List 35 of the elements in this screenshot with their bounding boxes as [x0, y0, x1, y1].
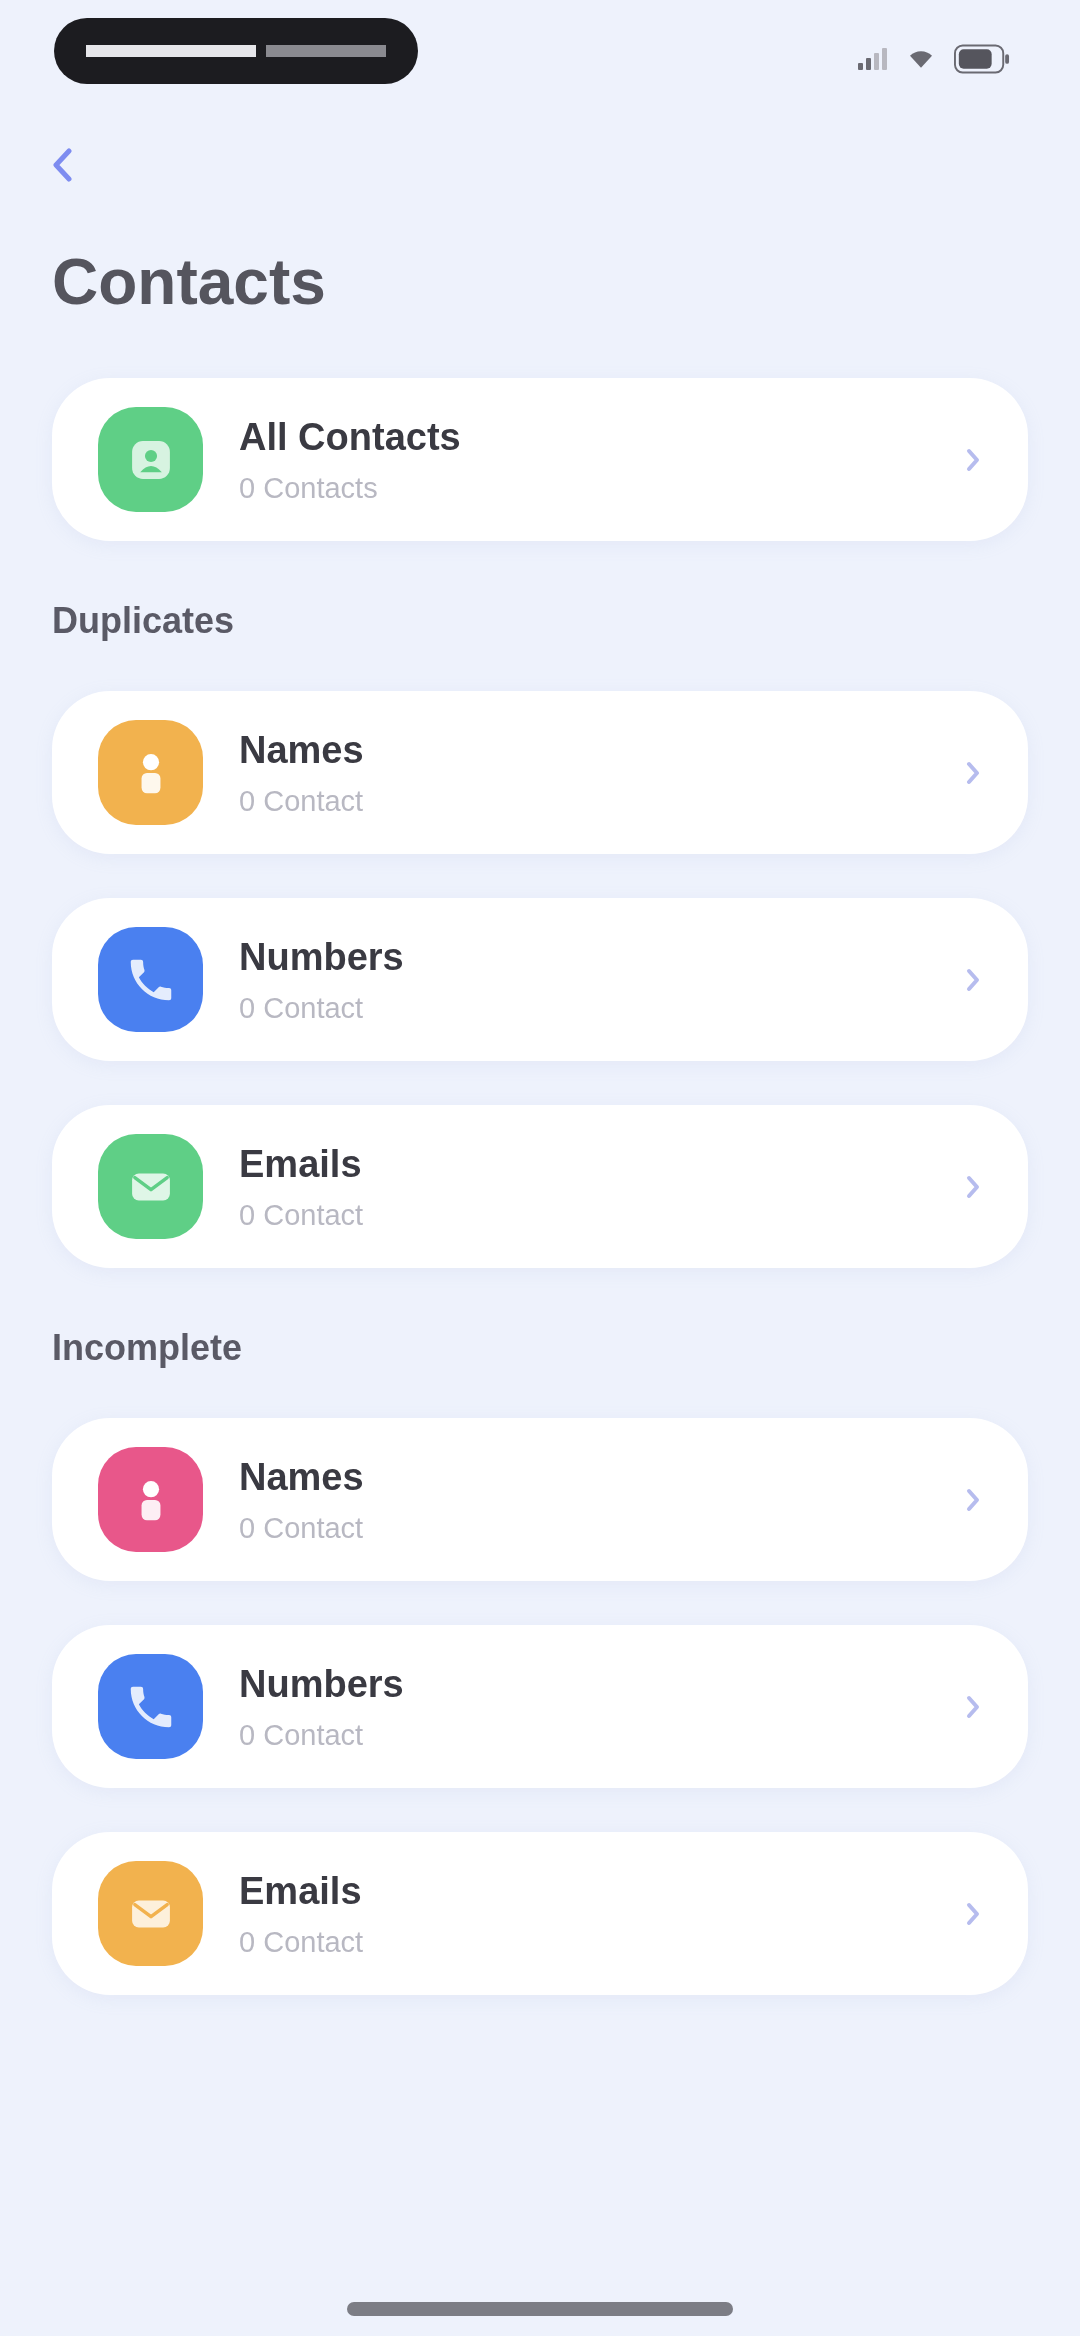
- chevron-right-icon: [966, 967, 980, 992]
- chevron-right-icon: [966, 1694, 980, 1719]
- category-title: All Contacts: [239, 414, 461, 460]
- back-icon[interactable]: [52, 148, 72, 182]
- chevron-right-icon: [966, 1901, 980, 1926]
- signal-icon: [858, 48, 888, 70]
- category-title: Numbers: [239, 1661, 404, 1707]
- page-title: Contacts: [52, 245, 326, 320]
- chevron-right-icon: [966, 1487, 980, 1512]
- category-title: Names: [239, 727, 364, 773]
- category-card[interactable]: Emails 0 Contact: [52, 1105, 1028, 1268]
- contact-count: 0 Contact: [239, 783, 364, 819]
- category-title: Numbers: [239, 934, 404, 980]
- category-card[interactable]: Emails 0 Contact: [52, 1832, 1028, 1995]
- contact-count: 0 Contact: [239, 1197, 364, 1233]
- chevron-right-icon: [966, 447, 980, 472]
- contact-count: 0 Contact: [239, 1717, 364, 1753]
- chevron-right-icon: [966, 760, 980, 785]
- wifi-icon: [910, 50, 932, 68]
- category-card[interactable]: Numbers 0 Contact: [52, 1625, 1028, 1788]
- section-heading: Incomplete: [52, 1326, 243, 1370]
- section-heading: Duplicates: [52, 599, 235, 643]
- contact-count: 0 Contact: [239, 1924, 364, 1960]
- category-card[interactable]: Numbers 0 Contact: [52, 898, 1028, 1061]
- contact-count: 0 Contact: [239, 1510, 364, 1546]
- contact-count: 0 Contact: [239, 990, 364, 1026]
- category-title: Names: [239, 1454, 364, 1500]
- category-card[interactable]: Names 0 Contact: [52, 691, 1028, 854]
- battery-icon: [954, 44, 1010, 74]
- contact-count: 0 Contacts: [239, 470, 378, 506]
- category-title: Emails: [239, 1141, 362, 1187]
- chevron-right-icon: [966, 1174, 980, 1199]
- category-card[interactable]: Names 0 Contact: [52, 1418, 1028, 1581]
- category-card[interactable]: All Contacts 0 Contacts: [52, 378, 1028, 541]
- category-title: Emails: [239, 1868, 362, 1914]
